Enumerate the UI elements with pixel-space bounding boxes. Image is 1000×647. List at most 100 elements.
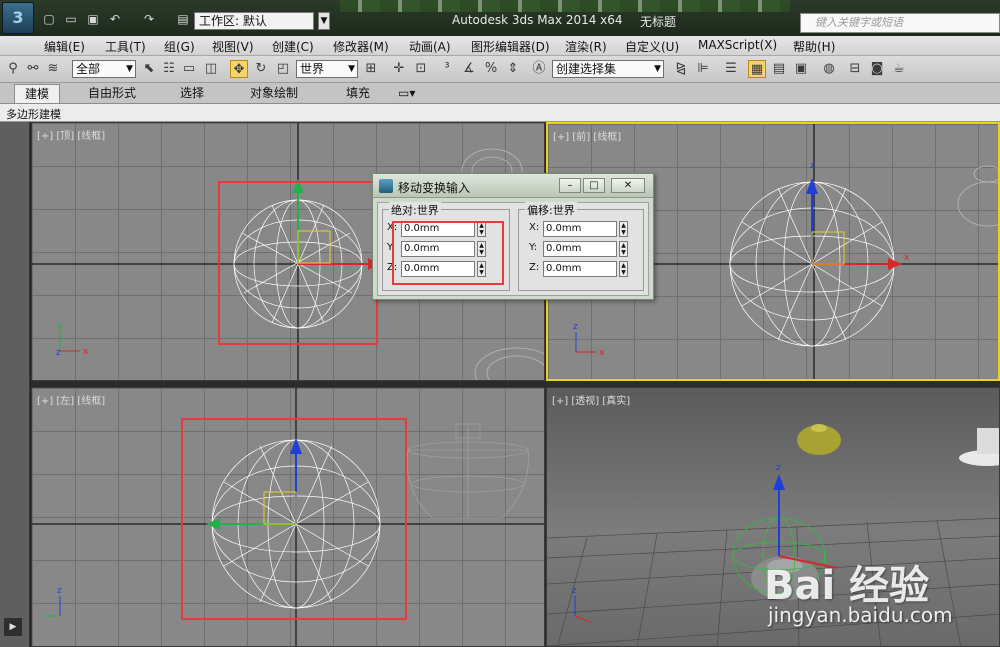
highlight-box-left [181,418,407,620]
undo-icon[interactable]: ↶ [108,12,122,26]
menu-group[interactable]: 组(G) [164,38,195,55]
viewport-layout-strip [0,122,30,647]
offset-y-field[interactable]: 0.0mm [543,241,617,257]
svg-text:z: z [573,322,578,332]
dialog-title-bar[interactable]: 移动变换输入 – □ ✕ [373,174,653,198]
application-menu-button[interactable]: 3 [2,2,34,34]
chevron-down-icon: ▼ [348,64,355,74]
reference-coordinate-value: 世界 [300,62,325,76]
offset-y-spinner[interactable]: ▲ ▼ [619,241,628,257]
rectangular-selection-icon[interactable]: ▭ [180,60,198,78]
y-label: Y: [529,242,538,253]
axis-tripod: z x [573,322,605,358]
document-title: 无标题 [640,15,677,29]
menu-views[interactable]: 视图(V) [212,38,254,55]
angle-snap-icon[interactable]: ∡ [460,60,478,78]
offset-z-field[interactable]: 0.0mm [543,261,617,277]
title-background-decoration [340,0,790,12]
ribbon-tabs: 建模 自由形式 选择 对象绘制 填充 ▭▾ [0,83,1000,104]
select-and-rotate-icon[interactable]: ↻ [252,60,270,78]
render-setup-icon[interactable]: ⊟ [846,60,864,78]
named-selection-sets-dropdown[interactable]: 创建选择集 ▼ [552,60,664,78]
chevron-down-icon: ▼ [654,64,661,74]
title-bar: 3 ▢ ▭ ▣ ↶ ↷ ▤ 工作区: 默认 ▼ Autodesk 3ds Max… [0,0,1000,36]
move-gizmo: z x [806,161,910,270]
close-icon[interactable]: ✕ [611,178,645,193]
selection-filter-dropdown[interactable]: 全部 ▼ [72,60,136,78]
reference-coordinate-dropdown[interactable]: 世界 ▼ [296,60,358,78]
offset-z-spinner[interactable]: ▲ ▼ [619,261,628,277]
menu-help[interactable]: 帮助(H) [793,38,835,55]
mirror-icon[interactable]: ⧎ [672,60,690,78]
align-icon[interactable]: ⊫ [694,60,712,78]
new-file-icon[interactable]: ▢ [42,12,56,26]
highlight-box-absolute-fields [392,221,504,285]
open-folder-icon[interactable]: ▭ [64,12,78,26]
material-editor-icon[interactable]: ◍ [820,60,838,78]
offset-x-field[interactable]: 0.0mm [543,221,617,237]
offset-x-spinner[interactable]: ▲ ▼ [619,221,628,237]
menu-modifiers[interactable]: 修改器(M) [333,38,389,55]
search-input[interactable]: 键入关键字或短语 [800,13,1000,33]
rendered-frame-window-icon[interactable]: ◙ [868,60,886,78]
menu-edit[interactable]: 编辑(E) [44,38,85,55]
keyboard-shortcut-override-icon[interactable]: ⊡ [412,60,430,78]
group-title-offset: 偏移:世界 [525,202,577,218]
watermark-url: jingyan.baidu.com [768,603,953,627]
ribbon-options-icon: ▭▾ [398,86,416,100]
menu-maxscript[interactable]: MAXScript(X) [698,38,777,52]
select-object-icon[interactable]: ⬉ [140,60,158,78]
menu-customize[interactable]: 自定义(U) [625,38,679,55]
axis-tripod: z [572,586,592,623]
main-toolbar: ⚲ ⚯ ≋ 全部 ▼ ⬉ ☷ ▭ ◫ ✥ ↻ ◰ 世界 ▼ ⊞ ✛ ⊡ ³ ∡ % … [0,56,1000,83]
curve-editor-icon[interactable]: ▤ [770,60,788,78]
menu-animation[interactable]: 动画(A) [409,38,451,55]
tab-modeling[interactable]: 建模 [14,84,61,103]
svg-text:y: y [57,321,63,331]
expand-arrow-icon[interactable]: ▶ [4,618,22,636]
pivot-center-icon[interactable]: ⊞ [362,60,380,78]
chevron-down-icon[interactable]: ▼ [318,12,330,30]
select-by-name-icon[interactable]: ☷ [160,60,178,78]
select-manipulate-icon[interactable]: ✛ [390,60,408,78]
menu-tools[interactable]: 工具(T) [105,38,146,55]
polygon-modeling-panel-label[interactable]: 多边形建模 [6,106,61,122]
tab-object-paint[interactable]: 对象绘制 [240,84,308,103]
redo-icon[interactable]: ↷ [142,12,156,26]
snaps-toggle-icon[interactable]: ³ [438,60,456,78]
render-production-icon[interactable]: ☕ [890,60,908,78]
ribbon-options-dropdown[interactable]: ▭▾ [392,84,421,103]
schematic-view-icon[interactable]: ▣ [792,60,810,78]
minimize-icon[interactable]: – [559,178,581,193]
svg-text:z: z [57,586,62,596]
chevron-down-icon: ▼ [126,64,133,74]
highlight-box-top [218,181,378,345]
edit-named-selection-icon[interactable]: Ⓐ [530,60,548,78]
maximize-icon[interactable]: □ [583,178,605,193]
menu-create[interactable]: 创建(C) [272,38,314,55]
save-icon[interactable]: ▣ [86,12,100,26]
layer-manager-icon[interactable]: ☰ [722,60,740,78]
project-folder-icon[interactable]: ▤ [176,12,190,26]
bind-space-warp-icon[interactable]: ≋ [44,60,62,78]
spinner-snap-icon[interactable]: ⇕ [504,60,522,78]
percent-snap-icon[interactable]: % [482,60,500,78]
menu-graph-editors[interactable]: 图形编辑器(D) [471,38,550,55]
svg-text:x: x [904,253,910,263]
select-and-scale-icon[interactable]: ◰ [274,60,292,78]
axis-tripod: y x z [56,321,89,358]
unlink-icon[interactable]: ⚯ [24,60,42,78]
graphite-toolbar-icon[interactable]: ▦ [748,60,766,78]
dialog-title: 移动变换输入 [398,181,471,195]
workspace-selector[interactable]: 工作区: 默认 [194,12,314,30]
svg-text:x: x [599,348,605,358]
tab-populate[interactable]: 填充 [336,84,380,103]
tab-freeform[interactable]: 自由形式 [78,84,146,103]
select-and-move-icon[interactable]: ✥ [230,60,248,78]
tab-selection[interactable]: 选择 [170,84,214,103]
menu-rendering[interactable]: 渲染(R) [565,38,607,55]
link-icon[interactable]: ⚲ [4,60,22,78]
window-crossing-icon[interactable]: ◫ [202,60,220,78]
z-label: Z: [529,262,540,273]
named-selection-sets-value: 创建选择集 [556,62,617,76]
